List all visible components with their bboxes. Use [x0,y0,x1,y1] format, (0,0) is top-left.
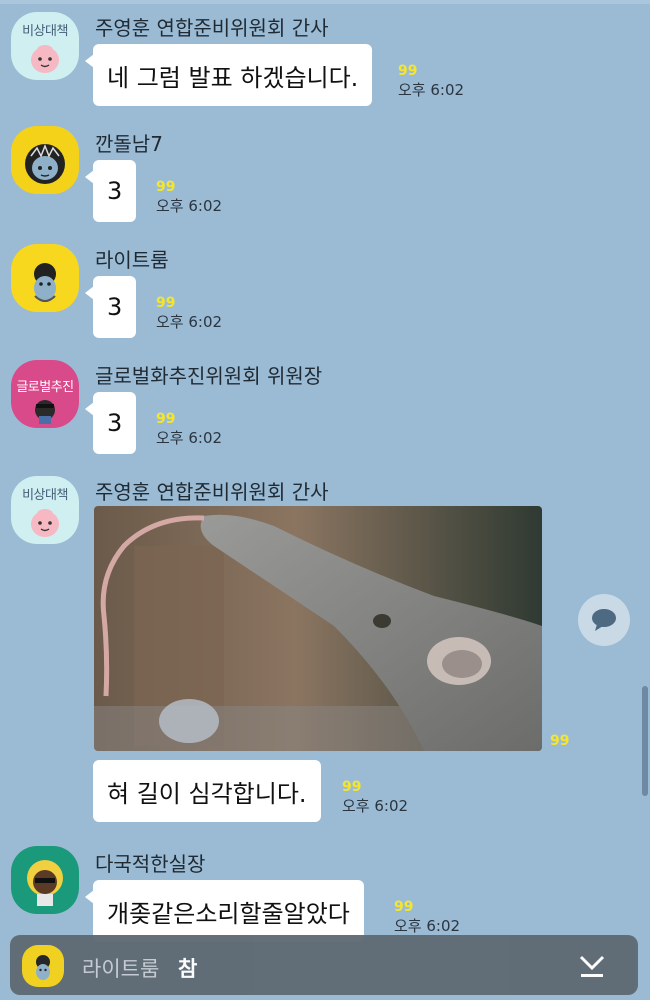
timestamp: 오후 6:02 [156,197,223,215]
unread-count: 99 [394,899,414,915]
avatar[interactable] [11,846,79,914]
sender-name: 글로벌화추진위원회 위원장 [95,364,323,388]
message-bubble[interactable]: 네 그럼 발표 하겠습니다. [84,44,373,106]
message-text: 3 [107,409,123,437]
jay-g-icon [27,860,63,906]
message-bubble[interactable]: 3 [84,160,137,222]
unread-count: 99 [342,779,362,795]
unread-count: 99 [156,411,176,427]
message-bubble[interactable]: 혀 길이 심각합니다. [93,760,321,822]
avatar[interactable]: 글로벌추진 [11,360,79,428]
message-text: 3 [107,177,123,205]
message-meta: 99 오후 6:02 [398,62,464,100]
timestamp: 오후 6:02 [156,313,223,331]
new-message-bar[interactable]: 라이트룸 참 [10,935,638,995]
sender-name: 주영훈 연합준비위원회 간사 [95,480,329,504]
timestamp: 오후 6:02 [156,429,223,447]
unread-count: 99 [398,63,418,79]
avatar[interactable] [11,126,79,194]
avatar[interactable] [11,244,79,312]
anteater-photo [94,506,542,751]
scrollbar[interactable] [642,686,648,796]
unread-count: 99 [156,179,176,195]
sender-name: 깐돌남7 [95,132,163,156]
message-text: 네 그럼 발표 하겠습니다. [107,63,359,92]
speech-bubble-icon [592,609,616,631]
message-meta: 99 오후 6:02 [156,410,222,448]
message-text: 3 [107,293,123,321]
message-meta: 99 오후 6:02 [342,778,408,816]
photo-meta: 99 [550,732,569,750]
frodo-icon [36,955,50,980]
unread-count: 99 [156,295,176,311]
timestamp: 오후 6:02 [342,797,409,815]
message-meta: 99 오후 6:02 [156,294,222,332]
frodo-icon [25,143,65,184]
notice-sender: 라이트룸 [82,957,160,981]
message-meta: 99 오후 6:02 [394,898,460,936]
apeach-icon [31,509,59,537]
message-meta: 99 오후 6:02 [156,178,222,216]
sender-name: 다국적한실장 [95,852,206,876]
notice-text: 참 [178,957,198,981]
message-bubble[interactable]: 개좆같은소리할줄알았다 [85,880,364,942]
message-text: 개좆같은소리할줄알았다 [107,899,350,928]
sender-name: 라이트룸 [95,248,169,272]
frodo-icon [34,263,56,302]
timestamp: 오후 6:02 [394,917,461,935]
apeach-icon [31,45,59,73]
neo-icon [35,400,55,424]
top-divider [0,0,650,4]
sender-name: 주영훈 연합준비위원회 간사 [95,16,329,40]
chat-room: 비상대책 주영훈 연합준비위원회 간사 네 그럼 발표 하겠습니다. 99 오후… [0,0,650,1000]
avatar[interactable]: 비상대책 [11,476,79,544]
avatar[interactable]: 비상대책 [11,12,79,80]
shared-photo[interactable] [94,506,542,751]
timestamp: 오후 6:02 [398,81,465,99]
unread-count: 99 [550,733,570,749]
message-bubble[interactable]: 3 [84,392,137,454]
chevron-down-icon[interactable] [578,953,606,979]
notice-avatar [22,945,64,987]
share-button[interactable] [578,594,630,646]
message-bubble[interactable]: 3 [84,276,137,338]
message-text: 혀 길이 심각합니다. [107,779,307,808]
